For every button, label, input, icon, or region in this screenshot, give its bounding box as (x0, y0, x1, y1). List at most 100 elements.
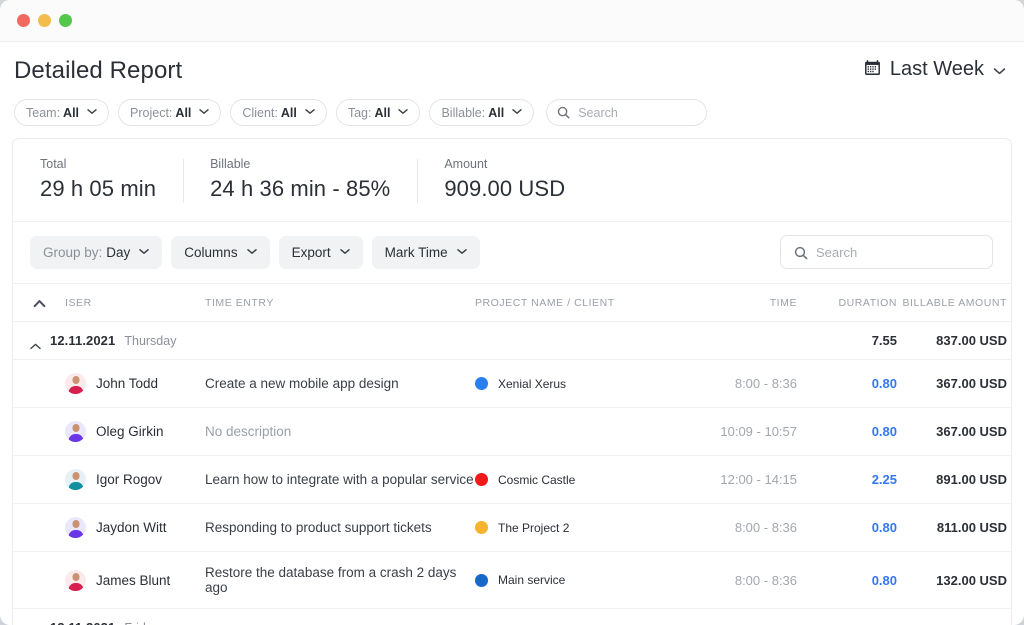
chevron-down-icon (87, 107, 97, 118)
chevron-down-icon (246, 247, 257, 258)
filter-tag[interactable]: Tag: All (335, 99, 421, 126)
report-toolbar: Group by: Day Columns Export Mark Time (13, 222, 1011, 284)
header-search-input[interactable] (578, 105, 697, 120)
chevron-down-icon (993, 63, 1006, 78)
export-button[interactable]: Export (278, 236, 363, 269)
row-project[interactable]: The Project 2 (475, 521, 687, 535)
filter-team-label: Team: (26, 105, 61, 120)
summary-billable-label: Billable (210, 157, 251, 171)
summary-billable-value: 24 h 36 min - 85% (210, 176, 391, 201)
column-header-amount[interactable]: BILLABLE AMOUNT (897, 284, 1011, 322)
summary-amount-label: Amount (444, 157, 488, 171)
column-header-entry[interactable]: TIME ENTRY (205, 284, 475, 322)
row-entry-description[interactable]: Responding to product support tickets (205, 520, 475, 535)
row-time: 8:00 - 8:36 (734, 572, 797, 588)
table-row[interactable]: John Todd Create a new mobile app design… (13, 359, 1011, 408)
row-entry-description[interactable]: Create a new mobile app design (205, 376, 475, 391)
row-duration[interactable]: 0.80 (797, 376, 897, 391)
table-row[interactable]: James Blunt Restore the database from a … (13, 551, 1011, 609)
avatar (65, 569, 86, 591)
row-duration[interactable]: 0.80 (797, 520, 897, 535)
row-entry-description[interactable]: Restore the database from a crash 2 days… (205, 565, 475, 595)
row-entry-description[interactable]: Learn how to integrate with a popular se… (205, 472, 475, 487)
chevron-down-icon (456, 247, 467, 258)
row-time: 8:00 - 8:36 (734, 376, 797, 391)
summary-amount: Amount 909.00 USD (417, 157, 592, 203)
maximize-window-button[interactable] (59, 14, 72, 27)
row-user-name: Igor Rogov (96, 472, 163, 487)
close-window-button[interactable] (17, 14, 30, 27)
filter-bar: Team: All Project: All Client: All Tag: … (14, 99, 1006, 126)
table-search-input[interactable] (816, 244, 979, 260)
filter-project-label: Project: (130, 105, 173, 120)
filter-client-label: Client: (242, 105, 278, 120)
avatar (65, 373, 86, 394)
mark-time-button[interactable]: Mark Time (371, 236, 480, 269)
date-range-selector[interactable]: Last Week (864, 58, 1006, 81)
table-search-box[interactable] (780, 235, 993, 269)
row-amount: 891.00 USD (936, 472, 1007, 487)
group-by-button[interactable]: Group by: Day (30, 236, 163, 269)
chevron-down-icon (139, 247, 150, 258)
minimize-window-button[interactable] (38, 14, 51, 27)
project-color-dot (475, 521, 488, 534)
date-group-row[interactable]: 13.11.2021 Friday (13, 608, 1011, 625)
row-amount: 132.00 USD (936, 572, 1007, 588)
export-label: Export (291, 245, 331, 260)
row-amount: 367.00 USD (936, 424, 1007, 439)
date-group-row[interactable]: 12.11.2021 Thursday 7.55 837.00 USD (13, 321, 1011, 360)
summary-total-label: Total (40, 157, 67, 171)
row-project-name: The Project 2 (498, 520, 570, 535)
group-weekday: Thursday (124, 333, 177, 348)
calendar-icon (864, 59, 881, 79)
row-duration[interactable]: 0.80 (797, 573, 897, 588)
row-project[interactable]: Xenial Xerus (475, 377, 687, 391)
row-duration[interactable]: 2.25 (797, 472, 897, 487)
filter-billable-label: Billable: (441, 105, 486, 120)
chevron-down-icon (199, 107, 210, 118)
columns-label: Columns (184, 245, 238, 260)
chevron-down-icon (512, 107, 522, 118)
row-time: 8:00 - 8:36 (734, 520, 797, 535)
row-project[interactable]: Cosmic Castle (475, 473, 687, 487)
mark-time-label: Mark Time (384, 245, 448, 260)
summary-total-value: 29 h 05 min (40, 176, 157, 201)
column-header-project[interactable]: PROJECT NAME / CLIENT (475, 284, 687, 322)
column-sort-toggle[interactable] (13, 284, 65, 322)
table-row[interactable]: Jaydon Witt Responding to product suppor… (13, 503, 1011, 552)
filter-team[interactable]: Team: All (14, 99, 110, 126)
row-project-name: Xenial Xerus (498, 376, 567, 391)
summary-total: Total 29 h 05 min (13, 157, 183, 202)
column-header-duration[interactable]: DURATION (797, 284, 897, 322)
project-color-dot (475, 573, 488, 587)
avatar (65, 421, 86, 442)
group-total-duration: 7.55 (871, 333, 897, 348)
table-row[interactable]: Igor Rogov Learn how to integrate with a… (13, 455, 1011, 504)
columns-button[interactable]: Columns (171, 236, 270, 269)
table-row[interactable]: Oleg Girkin No description 10:09 - 10:57… (13, 407, 1011, 456)
filter-client-value: All (280, 105, 297, 120)
row-user-name: James Blunt (96, 572, 171, 588)
chevron-up-icon[interactable] (30, 337, 41, 350)
filter-billable[interactable]: Billable: All (429, 99, 535, 126)
row-time: 10:09 - 10:57 (720, 424, 797, 439)
chevron-down-icon (305, 107, 315, 118)
row-project[interactable]: Main service (475, 573, 687, 587)
row-amount: 811.00 USD (936, 520, 1007, 535)
group-weekday: Friday (124, 621, 159, 625)
row-project-name: Cosmic Castle (498, 472, 576, 487)
header-search-box[interactable] (546, 99, 708, 126)
table-body: 12.11.2021 Thursday 7.55 837.00 USD John… (13, 321, 1011, 625)
column-header-user[interactable]: ISER (65, 284, 205, 322)
chevron-down-icon (398, 107, 409, 118)
column-header-time[interactable]: TIME (687, 284, 797, 322)
filter-project[interactable]: Project: All (118, 99, 222, 126)
page-title: Detailed Report (14, 57, 183, 84)
row-duration[interactable]: 0.80 (797, 424, 897, 439)
row-entry-description[interactable]: No description (205, 424, 475, 439)
window-titlebar (0, 0, 1024, 42)
row-user-name: John Todd (96, 376, 159, 391)
filter-client[interactable]: Client: All (230, 99, 327, 126)
group-by-value: Day (106, 245, 131, 260)
avatar (65, 517, 86, 538)
